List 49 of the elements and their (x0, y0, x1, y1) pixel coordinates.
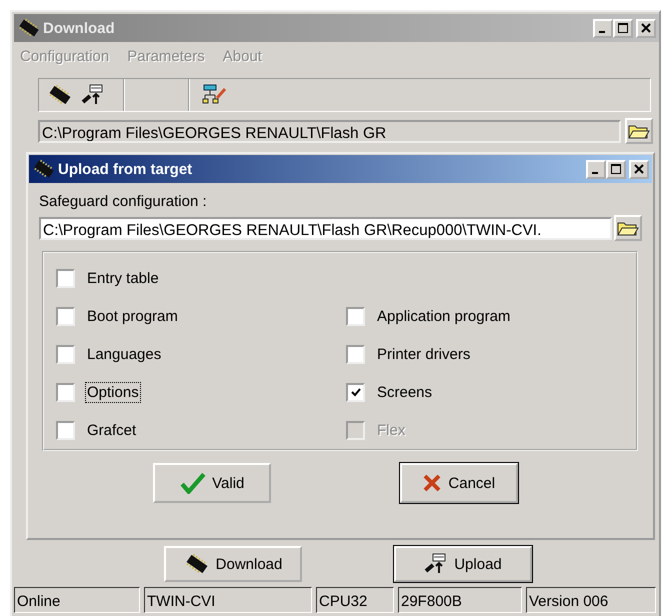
upload-button[interactable]: Upload (394, 546, 532, 582)
checkbox[interactable] (346, 382, 365, 402)
minimize-icon (599, 31, 605, 33)
cancel-button[interactable]: Cancel (400, 463, 518, 503)
status-pane: Online (14, 587, 140, 613)
checkbox-label[interactable]: Printer drivers (375, 344, 472, 364)
maximize-icon (618, 23, 628, 33)
status-pane: 29F800B (398, 587, 522, 613)
status-pane: Version 006 (526, 587, 656, 613)
checkbox-label[interactable]: Grafcet (85, 420, 138, 440)
close-icon (641, 23, 651, 33)
upload-icon (424, 553, 448, 575)
field-label: Safeguard configuration : (39, 193, 208, 210)
chip-icon[interactable] (47, 84, 73, 106)
checkbox[interactable] (56, 382, 75, 402)
minimize-button[interactable] (586, 160, 606, 178)
browse-button[interactable] (614, 215, 642, 241)
safeguard-path-field[interactable]: C:\Program Files\GEORGES RENAULT\Flash GR\Recup000\TWIN-CVI. (39, 216, 612, 240)
checkbox-label[interactable]: Application program (375, 306, 512, 326)
checkbox[interactable] (346, 306, 365, 326)
checkbox-label[interactable]: Entry table (85, 268, 161, 288)
checkbox-label[interactable]: Languages (85, 344, 164, 364)
checkbox-label[interactable]: Boot program (85, 306, 180, 326)
checkmark-icon (180, 472, 206, 494)
window-title: Download (43, 20, 115, 36)
browse-button[interactable] (625, 118, 653, 144)
status-pane: CPU32 (316, 587, 394, 613)
close-icon (634, 164, 644, 174)
checkbox[interactable] (56, 268, 75, 288)
checkbox[interactable] (56, 420, 75, 440)
path-field[interactable]: C:\Program Files\GEORGES RENAULT\Flash GR (38, 120, 621, 142)
download-button[interactable]: Download (164, 546, 302, 582)
upload-icon[interactable] (81, 84, 105, 106)
maximize-button[interactable] (606, 160, 626, 178)
checkbox[interactable] (56, 344, 75, 364)
chip-icon (184, 553, 210, 575)
dialog-title: Upload from target (58, 160, 192, 178)
checkbox-label[interactable]: Screens (375, 382, 434, 402)
close-button[interactable] (629, 160, 649, 178)
status-pane: TWIN-CVI (144, 587, 312, 613)
checkbox-label[interactable]: Options (85, 382, 141, 402)
checkmark-icon (350, 387, 360, 397)
minimize-icon (592, 172, 598, 174)
checkbox[interactable] (346, 344, 365, 364)
checkbox[interactable] (56, 306, 75, 326)
valid-button[interactable]: Valid (153, 463, 272, 503)
flowchart-icon[interactable] (201, 84, 227, 106)
maximize-icon (611, 164, 621, 174)
cross-icon (422, 473, 442, 493)
